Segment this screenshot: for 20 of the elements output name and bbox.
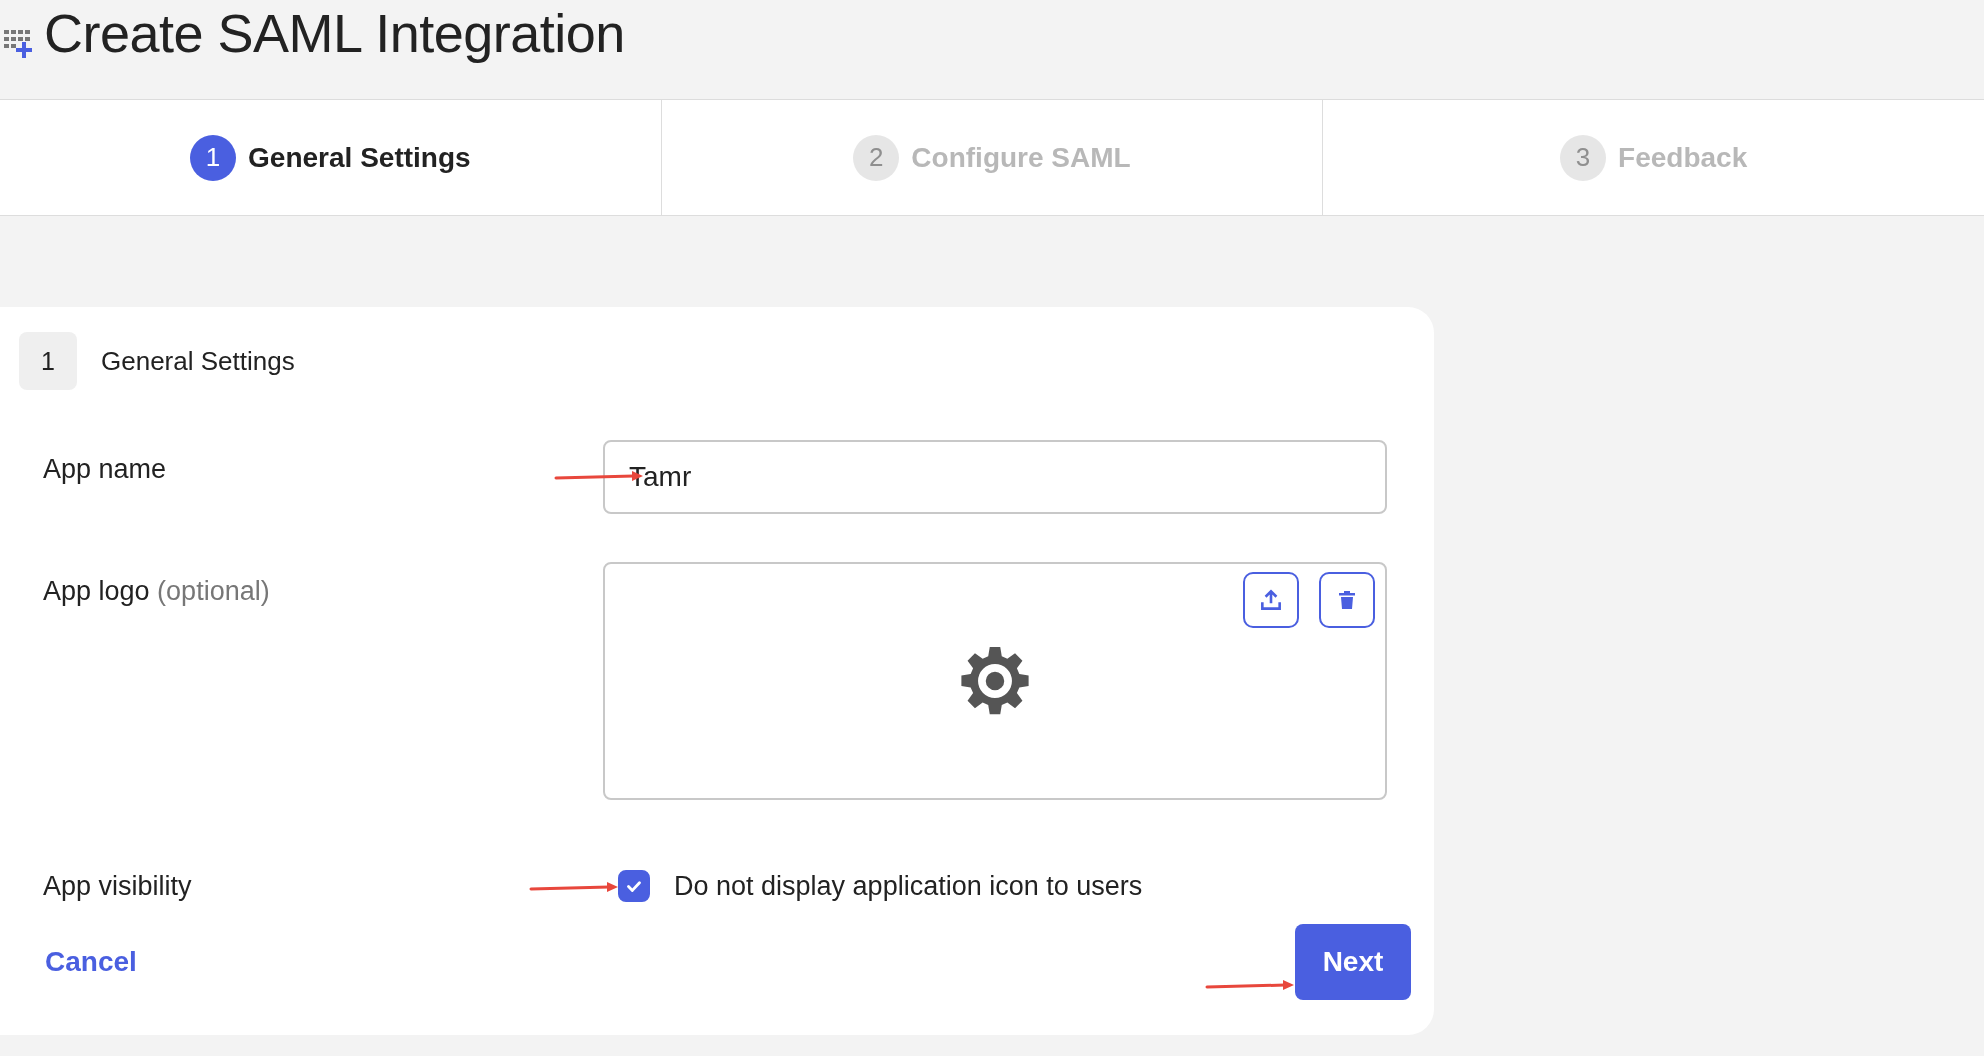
section-number: 1 xyxy=(19,332,77,390)
checkbox-label: Do not display application icon to users xyxy=(674,870,1143,902)
field-label: App logo (optional) xyxy=(43,575,270,607)
wizard-step-tab[interactable]: 1 General Settings xyxy=(0,100,662,215)
app-name-field[interactable]: Tamr xyxy=(603,440,1387,514)
next-button[interactable]: Next xyxy=(1295,924,1411,1000)
page-title: Create SAML Integration xyxy=(44,2,625,64)
step-label: Configure SAML xyxy=(911,141,1131,174)
step-number: 3 xyxy=(1560,134,1607,181)
field-label: App name xyxy=(43,453,167,485)
field-label: App visibility xyxy=(43,870,192,902)
upload-icon[interactable] xyxy=(1243,572,1299,628)
checkbox[interactable] xyxy=(618,870,650,902)
trash-icon[interactable] xyxy=(1319,572,1375,628)
step-label: Feedback xyxy=(1618,141,1748,174)
step-number: 2 xyxy=(853,134,900,181)
step-number: 1 xyxy=(190,134,237,181)
step-label: General Settings xyxy=(248,141,471,174)
section-title: General Settings xyxy=(101,345,295,377)
cancel-link[interactable]: Cancel xyxy=(45,946,137,978)
